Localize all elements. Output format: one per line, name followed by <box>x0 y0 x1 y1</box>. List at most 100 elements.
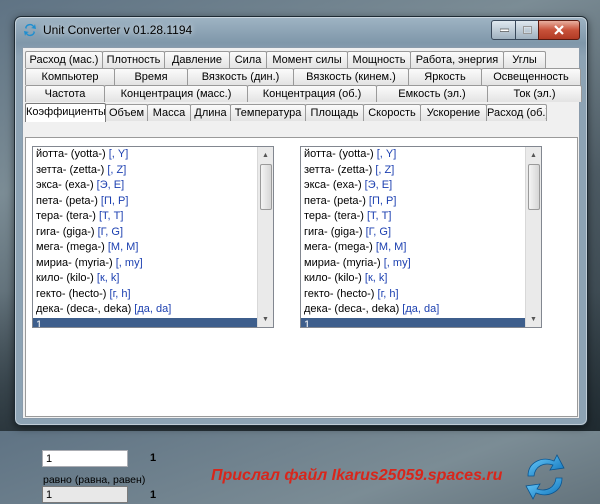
unit-list-item[interactable]: гекто- (hecto-) [г, h] <box>301 287 525 303</box>
unit-list-item[interactable]: йотта- (yotta-) [, Y] <box>33 147 257 163</box>
unit-list-item[interactable]: мириа- (myria-) [, my] <box>301 256 525 272</box>
tab-dynamic-viscosity[interactable]: Вязкость (дин.) <box>187 68 294 85</box>
unit-symbol: [, my] <box>112 256 143 269</box>
unit-list-item[interactable]: мега- (mega-) [М, M] <box>33 240 257 256</box>
unit-symbol: [да, da] <box>399 303 440 315</box>
unit-symbol: [, my] <box>380 256 411 269</box>
unit-symbol: [г, h] <box>374 287 399 300</box>
unit-list-item[interactable]: 1 <box>301 317 525 327</box>
unit-list-item[interactable]: зетта- (zetta-) [, Z] <box>301 163 525 179</box>
close-icon <box>554 25 564 35</box>
unit-list-item[interactable]: пета- (peta-) [П, P] <box>33 194 257 210</box>
maximize-button[interactable] <box>515 20 540 40</box>
scroll-up-icon[interactable]: ▲ <box>259 148 272 162</box>
unit-list-item[interactable]: гекто- (hecto-) [г, h] <box>33 287 257 303</box>
target-scrollbar[interactable]: ▲ ▼ <box>525 147 541 327</box>
unit-list-item[interactable]: йотта- (yotta-) [, Y] <box>301 147 525 163</box>
unit-list-item[interactable]: пета- (peta-) [П, P] <box>301 194 525 210</box>
tab-current[interactable]: Ток (эл.) <box>487 85 582 102</box>
unit-list-item[interactable]: тера- (tera-) [Т, T] <box>33 209 257 225</box>
unit-list-item[interactable]: тера- (tera-) [Т, T] <box>301 209 525 225</box>
unit-list-item[interactable]: 1 <box>33 317 257 327</box>
tab-computer[interactable]: Компьютер <box>25 68 115 85</box>
unit-symbol: [Т, T] <box>95 210 124 222</box>
unit-symbol: [, Z] <box>372 163 395 176</box>
source-scrollbar[interactable]: ▲ ▼ <box>257 147 273 327</box>
tab-row-2: Компьютер Время Вязкость (дин.) Вязкость… <box>25 68 581 85</box>
tab-mass-flow[interactable]: Расход (мас.) <box>25 51 103 68</box>
tab-coefficients[interactable]: Коэффициенты <box>25 103 106 122</box>
tab-volume-flow[interactable]: Расход (об.) <box>486 104 547 121</box>
tab-angles[interactable]: Углы <box>503 51 546 68</box>
unit-name: мега- (mega-) <box>36 241 105 253</box>
unit-symbol: [к, k] <box>361 272 388 284</box>
tab-frequency[interactable]: Частота <box>25 85 105 102</box>
title-bar[interactable]: Unit Converter v 01.28.1194 <box>15 17 587 43</box>
maximize-icon <box>523 26 532 34</box>
tab-force[interactable]: Сила <box>229 51 267 68</box>
unit-name: зетта- (zetta-) <box>304 163 373 176</box>
unit-name: гекто- (hecto-) <box>36 287 107 300</box>
unit-list-item[interactable]: мега- (mega-) [М, M] <box>301 240 525 256</box>
unit-list-item[interactable]: гига- (giga-) [Г, G] <box>33 225 257 241</box>
target-unit-list[interactable]: йотта- (yotta-) [, Y] зетта- (zetta-) [, … <box>300 146 542 328</box>
unit-name: пета- (peta-) <box>304 194 366 207</box>
tab-time[interactable]: Время <box>114 68 188 85</box>
swap-arrows-icon[interactable] <box>522 452 568 502</box>
scroll-up-icon[interactable]: ▲ <box>527 148 540 162</box>
tab-mass-concentration[interactable]: Концентрация (масс.) <box>104 85 248 102</box>
unit-list-item[interactable]: мириа- (myria-) [, my] <box>33 256 257 272</box>
unit-symbol: [П, P] <box>97 194 129 207</box>
tab-speed[interactable]: Скорость <box>363 104 421 121</box>
scroll-thumb[interactable] <box>528 164 540 210</box>
tab-density[interactable]: Плотность <box>102 51 165 68</box>
tab-illuminance[interactable]: Освещенность <box>481 68 581 85</box>
unit-list-item[interactable]: кило- (kilo-) [к, k] <box>33 271 257 287</box>
unit-symbol: [к, k] <box>93 272 120 284</box>
unit-list-item[interactable]: экса- (exa-) [Э, E] <box>33 178 257 194</box>
unit-list-item[interactable]: гига- (giga-) [Г, G] <box>301 225 525 241</box>
source-unit-items: йотта- (yotta-) [, Y] зетта- (zetta-) [, … <box>33 147 257 327</box>
scroll-down-icon[interactable]: ▼ <box>527 312 540 326</box>
unit-name: мириа- (myria-) <box>304 256 381 269</box>
unit-name: кило- (kilo-) <box>304 272 362 284</box>
unit-symbol: [, Z] <box>104 163 127 176</box>
unit-name: дека- (deca-, deka) <box>36 303 132 315</box>
unit-name: зетта- (zetta-) <box>36 163 105 176</box>
tab-power[interactable]: Мощность <box>347 51 411 68</box>
unit-symbol: [г, h] <box>106 287 131 300</box>
input-value-field[interactable]: 1 <box>42 450 128 467</box>
tab-volume[interactable]: Объем <box>105 104 148 121</box>
unit-name: мега- (mega-) <box>304 241 373 253</box>
source-unit-list[interactable]: йотта- (yotta-) [, Y] зетта- (zetta-) [, … <box>32 146 274 328</box>
scroll-thumb[interactable] <box>260 164 272 210</box>
tab-torque[interactable]: Момент силы <box>266 51 348 68</box>
unit-list-item[interactable]: кило- (kilo-) [к, k] <box>301 271 525 287</box>
unit-list-item[interactable]: экса- (exa-) [Э, E] <box>301 178 525 194</box>
tab-length[interactable]: Длина <box>190 104 231 121</box>
tab-volume-concentration[interactable]: Концентрация (об.) <box>247 85 377 102</box>
unit-list-item[interactable]: дека- (deca-, deka) [да, da] <box>301 302 525 318</box>
unit-symbol: [Г, G] <box>94 225 124 238</box>
equals-label: равно (равна, равен) <box>43 474 146 486</box>
scroll-down-icon[interactable]: ▼ <box>259 312 272 326</box>
tab-capacitance[interactable]: Емкость (эл.) <box>376 85 488 102</box>
unit-list-item[interactable]: зетта- (zetta-) [, Z] <box>33 163 257 179</box>
tab-kinematic-viscosity[interactable]: Вязкость (кинем.) <box>293 68 409 85</box>
unit-name: тера- (tera-) <box>304 210 364 222</box>
close-button[interactable] <box>538 20 580 40</box>
tab-acceleration[interactable]: Ускорение <box>420 104 487 121</box>
unit-name: дека- (deca-, deka) <box>304 303 400 315</box>
tab-mass[interactable]: Масса <box>147 104 191 121</box>
tab-work-energy[interactable]: Работа, энергия <box>410 51 504 68</box>
tab-area[interactable]: Площадь <box>305 104 364 121</box>
app-window: Unit Converter v 01.28.1194 Расход (мас.… <box>14 16 588 503</box>
tab-pressure[interactable]: Давление <box>164 51 230 68</box>
unit-list-item[interactable]: дека- (deca-, deka) [да, da] <box>33 302 257 318</box>
minimize-button[interactable] <box>491 20 517 40</box>
unit-name: гига- (giga-) <box>36 225 95 238</box>
window-title: Unit Converter v 01.28.1194 <box>43 23 193 37</box>
tab-temperature[interactable]: Температура <box>230 104 306 121</box>
tab-brightness[interactable]: Яркость <box>408 68 482 85</box>
output-value-field: 1 <box>42 486 128 503</box>
